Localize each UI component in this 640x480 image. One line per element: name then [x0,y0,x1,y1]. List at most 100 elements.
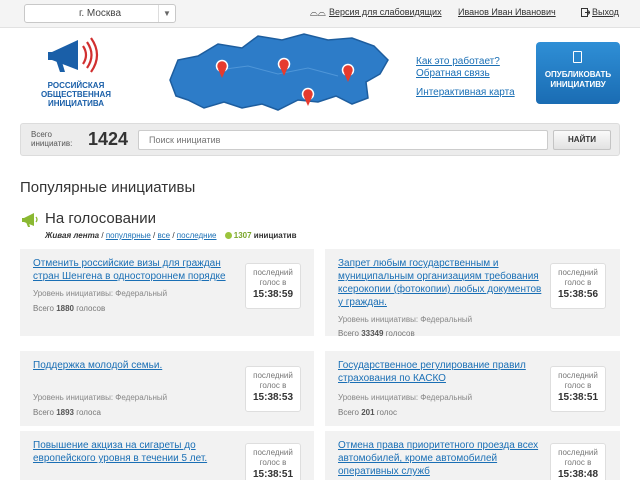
votes-unit: голос [374,408,398,417]
interactive-map-link[interactable]: Интерактивная карта [416,87,515,99]
last-vote-time: 15:38:51 [557,392,599,403]
initiative-card: Отмена права приоритетного проезда всех … [325,431,620,480]
filter-all-link[interactable]: все [158,231,171,240]
initiative-card: Поддержка молодой семьи. Уровень инициат… [20,351,314,426]
level-prefix: Уровень инициативы: [33,393,116,402]
how-it-works-link[interactable]: Как это работает? [416,56,515,68]
map-pin-icon [301,87,315,106]
logo-line: ИНИЦИАТИВА [47,99,105,108]
city-value: г. Москва [78,8,122,19]
votes-count: 1893 [56,408,74,417]
last-vote-label: последний [253,268,293,277]
feed-filters: Живая лента / популярные / все / последн… [45,231,297,240]
logo-text: РОССИЙСКАЯ ОБЩЕСТВЕННАЯ ИНИЦИАТИВА [36,81,116,108]
last-vote-box: последний голос в 15:38:59 [245,263,301,309]
logo-line: РОССИЙСКАЯ [47,81,105,90]
logout-link[interactable]: Выход [592,7,619,17]
initiative-votes: Всего 33349 голосов [338,329,415,338]
megaphone-logo-icon [48,37,99,73]
level-prefix: Уровень инициативы: [33,289,116,298]
filter-latest-link[interactable]: последние [177,231,217,240]
initiative-card: Запрет любым государственным и муниципал… [325,249,620,338]
last-vote-box: последний голос в 15:38:51 [245,443,301,480]
last-vote-label: голос в [564,458,592,467]
search-button[interactable]: НАЙТИ [553,130,611,150]
votes-count: 33349 [361,329,384,338]
feedback-link[interactable]: Обратная связь [416,68,515,80]
last-vote-label: голос в [564,381,592,390]
section-title: На голосовании [45,210,156,227]
last-vote-label: последний [253,371,293,380]
votes-prefix: Всего [338,408,362,417]
level-prefix: Уровень инициативы: [338,315,421,324]
filter-popular-link[interactable]: популярные [106,231,151,240]
initiative-votes: Всего 201 голос [338,408,397,417]
votes-prefix: Всего [33,304,57,313]
green-dot-icon [224,232,232,239]
last-vote-box: последний голос в 15:38:48 [550,443,606,480]
votes-count: 1880 [56,304,74,313]
initiative-count-word: инициатив [253,231,297,240]
page-title: Популярные инициативы [20,179,196,196]
russia-map[interactable] [158,30,394,118]
initiative-votes: Всего 1880 голосов [33,304,105,313]
top-bar: г. Москва ▼ ⌓⌓ Версия для слабовидящих И… [0,0,640,28]
last-vote-box: последний голос в 15:38:51 [550,366,606,412]
initiative-title-link[interactable]: Отменить российские визы для граждан стр… [33,257,233,283]
city-select[interactable]: г. Москва ▼ [24,4,176,23]
votes-unit: голосов [383,329,415,338]
last-vote-box: последний голос в 15:38:56 [550,263,606,309]
chevron-down-icon: ▼ [158,5,175,22]
publish-line: ОПУБЛИКОВАТЬ [544,70,612,79]
last-vote-label: голос в [259,458,287,467]
last-vote-label: голос в [259,278,287,287]
last-vote-time: 15:38:51 [252,469,294,480]
level-value: Федеральный [115,393,168,402]
search-bar: Всего инициатив: 1424 НАЙТИ [20,123,620,156]
logout-icon [581,8,590,17]
initiative-card: Отменить российские визы для граждан стр… [20,249,314,336]
initiative-count: 1307 [233,231,252,240]
initiative-title-link[interactable]: Повышение акциза на сигареты до европейс… [33,439,233,465]
votes-prefix: Всего [338,329,362,338]
user-name-link[interactable]: Иванов Иван Иванович [458,7,556,17]
last-vote-label: последний [558,371,598,380]
initiative-title-link[interactable]: Государственное регулирование правил стр… [338,359,543,385]
initiative-title-link[interactable]: Поддержка молодой семьи. [33,359,233,372]
megaphone-icon [22,213,38,227]
initiative-votes: Всего 1893 голоса [33,408,101,417]
initiative-level: Уровень инициативы: Федеральный [338,315,472,324]
last-vote-label: последний [253,448,293,457]
initiative-level: Уровень инициативы: Федеральный [33,393,167,402]
total-label-line: Всего [31,130,52,139]
header-links: Как это работает? Обратная связь Интерак… [416,56,515,99]
level-value: Федеральный [115,289,168,298]
last-vote-label: последний [558,268,598,277]
document-icon [573,51,582,63]
filter-separator: / [99,231,106,240]
filter-separator: / [170,231,177,240]
search-input[interactable] [138,130,548,150]
votes-prefix: Всего [33,408,57,417]
initiative-card: Государственное регулирование правил стр… [325,351,620,426]
level-value: Федеральный [420,315,473,324]
votes-unit: голосов [74,304,106,313]
filter-separator: / [150,231,158,240]
publish-line: ИНИЦИАТИВУ [550,80,606,89]
total-label-line: инициатив: [31,139,73,148]
votes-count: 201 [361,408,375,417]
accessibility-link[interactable]: Версия для слабовидящих [329,7,442,17]
last-vote-label: голос в [564,278,592,287]
total-label: Всего инициатив: [31,130,72,148]
total-count: 1424 [88,129,129,149]
glasses-icon: ⌓⌓ [310,8,326,19]
initiative-level: Уровень инициативы: Федеральный [33,289,167,298]
initiative-title-link[interactable]: Отмена права приоритетного проезда всех … [338,439,543,478]
header: РОССИЙСКАЯ ОБЩЕСТВЕННАЯ ИНИЦИАТИВА Как э… [0,28,640,120]
last-vote-time: 15:38:56 [557,289,599,300]
initiative-title-link[interactable]: Запрет любым государственным и муниципал… [338,257,543,309]
last-vote-time: 15:38:59 [252,289,294,300]
publish-initiative-button[interactable]: ОПУБЛИКОВАТЬ ИНИЦИАТИВУ [536,42,620,104]
live-feed-label: Живая лента [45,231,100,240]
level-value: Федеральный [420,393,473,402]
